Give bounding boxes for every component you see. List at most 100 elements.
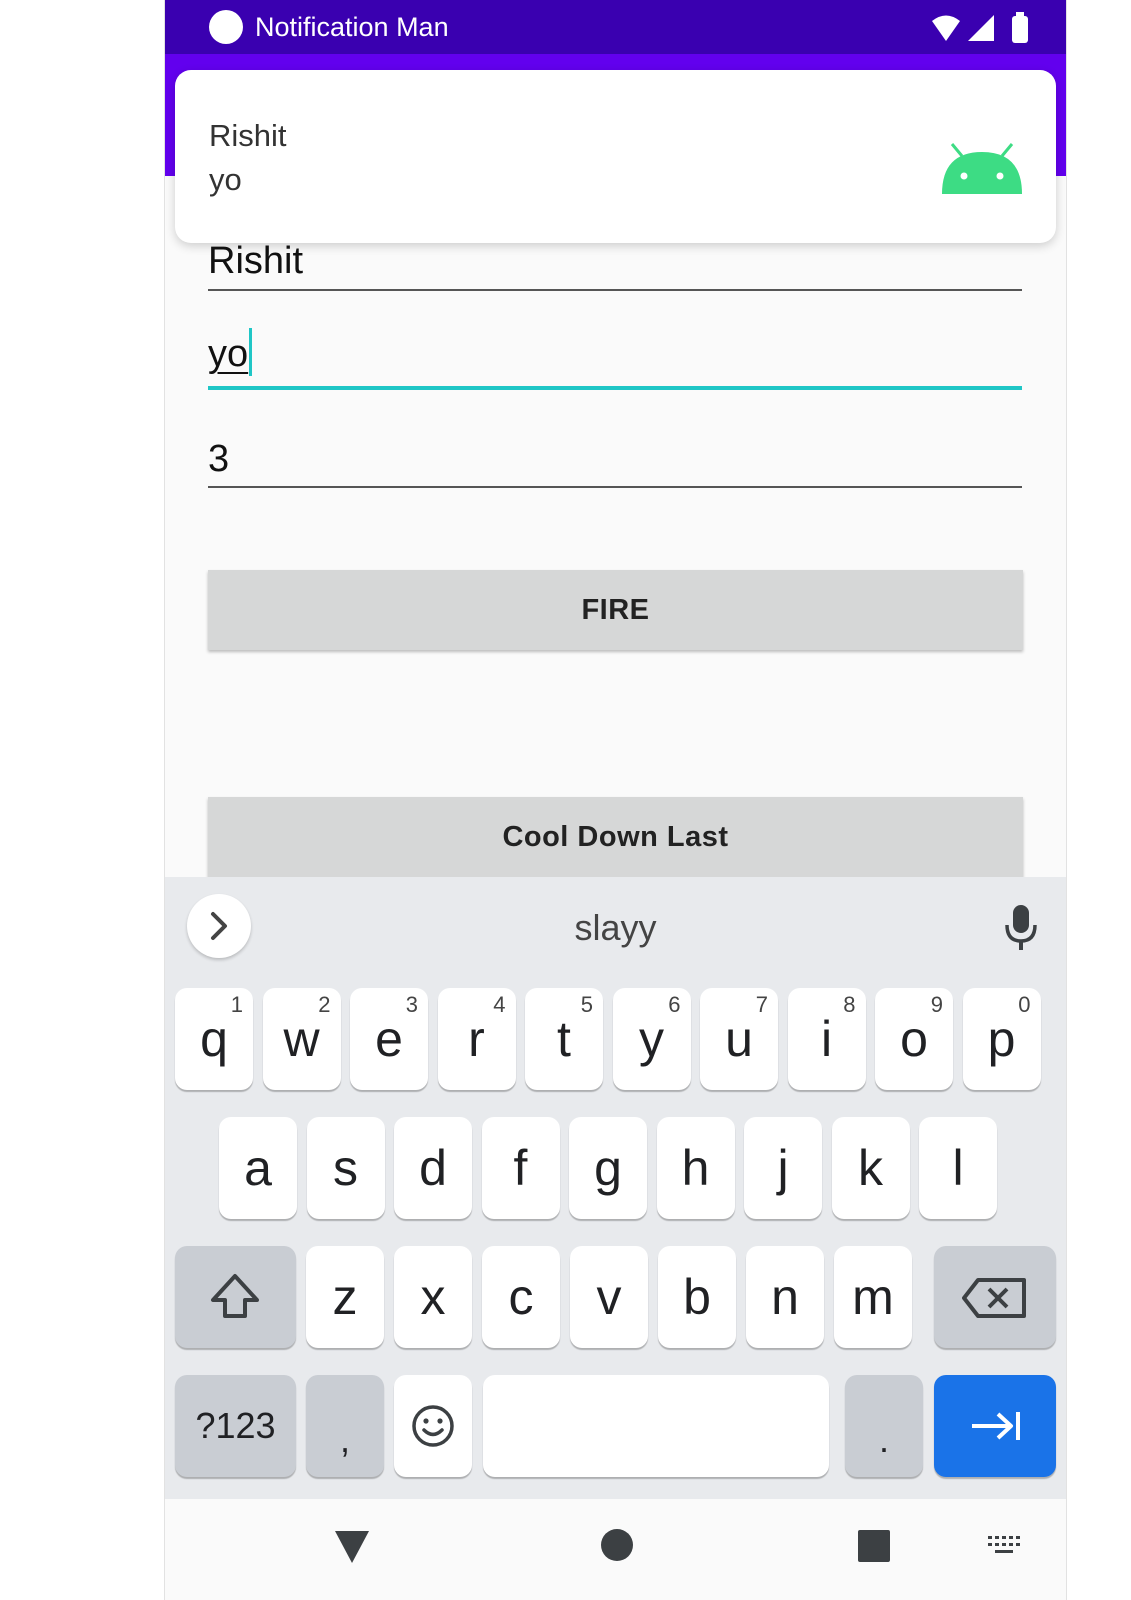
space-bar[interactable] [483,1375,829,1477]
key-label: p [987,1011,1016,1067]
recents-square-icon[interactable] [857,1529,891,1563]
shift-icon [211,1274,259,1318]
key-f[interactable]: f [481,1117,560,1219]
key-i[interactable]: i8 [787,988,866,1090]
shift-key[interactable] [175,1246,296,1348]
key-e[interactable]: e3 [350,988,428,1090]
key-number-hint: 3 [405,992,418,1017]
key-d[interactable]: d [394,1117,472,1219]
key-label: g [594,1140,622,1196]
next-action-key[interactable] [934,1375,1056,1477]
suggestion-word[interactable]: slayy [165,907,1066,949]
key-r[interactable]: r4 [437,988,516,1090]
emoji-key[interactable] [394,1375,472,1477]
key-label: h [681,1140,710,1196]
backspace-key[interactable] [934,1246,1056,1348]
battery-icon [1012,16,1028,43]
key-number-hint: 1 [230,992,243,1017]
key-label: j [777,1140,789,1196]
key-label: l [952,1140,964,1196]
key-label: x [420,1269,446,1325]
key-number-hint: 9 [930,992,943,1017]
key-label: o [900,1011,928,1067]
key-y[interactable]: y6 [612,988,691,1090]
key-number-hint: 6 [668,992,681,1017]
key-label: k [858,1140,883,1196]
key-o[interactable]: o9 [875,988,953,1090]
key-q[interactable]: q1 [175,988,253,1090]
key-c[interactable]: c [482,1246,560,1348]
key-l[interactable]: l [919,1117,997,1219]
count-field[interactable]: 3 [208,420,1022,490]
key-number-hint: 0 [1018,992,1031,1017]
key-number-hint: 7 [755,992,768,1017]
key-label: y [639,1011,664,1067]
key-label: d [419,1140,447,1196]
key-x[interactable]: x [394,1246,472,1348]
comma-key[interactable]: , [306,1375,384,1477]
key-w[interactable]: w2 [262,988,341,1090]
cool-down-last-button[interactable]: Cool Down Last [208,797,1023,877]
symbols-key[interactable]: ?123 [175,1375,296,1477]
key-label: m [852,1269,894,1325]
key-label: c [508,1269,534,1325]
key-t[interactable]: t5 [525,988,603,1090]
wifi-icon [932,15,960,41]
count-field-value: 3 [208,438,230,480]
key-label: v [596,1269,622,1325]
key-label: i [820,1011,833,1067]
notification-indicator-icon [209,10,243,44]
key-label: q [200,1011,228,1067]
message-field-underline [208,386,1022,390]
key-p[interactable]: p0 [962,988,1041,1090]
key-a[interactable]: a [219,1117,297,1219]
message-field[interactable]: yo [208,320,1022,392]
back-triangle-icon[interactable] [333,1529,371,1565]
key-label: s [333,1140,358,1196]
key-label: a [244,1140,272,1196]
key-number-hint: 4 [493,992,506,1017]
key-z[interactable]: z [306,1246,384,1348]
key-label: e [375,1011,403,1067]
key-k[interactable]: k [831,1117,910,1219]
fire-button[interactable]: FIRE [208,570,1023,650]
emoji-icon [412,1405,454,1447]
key-m[interactable]: m [834,1246,912,1348]
key-s[interactable]: s [306,1117,385,1219]
message-field-value: yo [208,333,249,375]
navigation-bar [165,1499,1066,1600]
phone-screen: Notification Man Rishit yo Rishit yo 3 F… [164,0,1067,1600]
message-field-content: yo [208,328,253,376]
title-field[interactable]: Rishit [208,228,1022,292]
home-circle-icon[interactable] [599,1527,635,1563]
title-field-underline [208,289,1022,291]
key-label: w [283,1011,320,1067]
android-icon [942,143,1022,194]
key-label: z [332,1269,358,1325]
key-label: t [557,1011,571,1067]
key-number-hint: 2 [318,992,331,1017]
key-label: n [771,1269,799,1325]
status-bar: Notification Man [165,0,1066,54]
key-j[interactable]: j [744,1117,822,1219]
key-label: r [468,1011,485,1067]
notification-text: yo [209,162,242,197]
notification-title: Rishit [209,118,287,153]
key-b[interactable]: b [658,1246,736,1348]
microphone-icon[interactable] [1004,903,1038,951]
soft-keyboard: slayy q1w2e3r4t5y6u7i8o9p0 asdfghjkl zxc… [165,877,1066,1499]
text-cursor [249,328,253,376]
status-app-title: Notification Man [255,12,449,42]
key-v[interactable]: v [570,1246,648,1348]
keyboard-switch-icon[interactable] [987,1535,1023,1559]
key-g[interactable]: g [569,1117,647,1219]
key-n[interactable]: n [746,1246,824,1348]
signal-icon [968,15,994,41]
title-field-value: Rishit [208,240,304,282]
key-h[interactable]: h [656,1117,735,1219]
key-label: b [683,1269,711,1325]
tab-arrow-icon [972,1412,1020,1440]
period-key[interactable]: . [845,1375,923,1477]
key-u[interactable]: u7 [700,988,778,1090]
heads-up-notification[interactable]: Rishit yo [175,70,1056,243]
